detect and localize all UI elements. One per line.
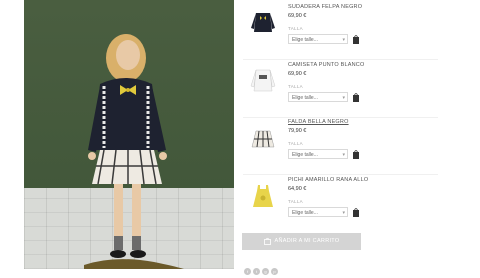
product-name[interactable]: SUDADERA FELPA NEGRO bbox=[288, 4, 362, 10]
size-select[interactable]: Elige talle... ▾ bbox=[288, 149, 348, 159]
chevron-down-icon: ▾ bbox=[342, 210, 345, 216]
add-to-bag-icon[interactable] bbox=[352, 92, 360, 102]
model-photo bbox=[24, 0, 234, 269]
add-to-bag-icon[interactable] bbox=[352, 207, 360, 217]
facebook-icon[interactable]: f bbox=[244, 268, 251, 275]
size-label: TALLA bbox=[288, 199, 303, 204]
product-price: 79,90 € bbox=[288, 128, 307, 134]
size-select[interactable]: Elige talle... ▾ bbox=[288, 92, 348, 102]
white-shirt-thumbnail[interactable] bbox=[249, 66, 277, 96]
product-price: 69,90 € bbox=[288, 71, 307, 77]
yellow-dress-thumbnail[interactable] bbox=[249, 181, 277, 211]
add-to-bag-icon[interactable] bbox=[352, 149, 360, 159]
bag-icon bbox=[263, 237, 271, 245]
product-price: 69,90 € bbox=[288, 13, 307, 19]
plaid-skirt-thumbnail[interactable] bbox=[249, 123, 277, 153]
product-name[interactable]: CAMISETA PUNTO BLANCO bbox=[288, 62, 364, 68]
size-select[interactable]: Elige talle... ▾ bbox=[288, 207, 348, 217]
pinterest-icon[interactable]: p bbox=[271, 268, 278, 275]
chevron-down-icon: ▾ bbox=[342, 95, 345, 101]
product-item: FALDA BELLA NEGRO 79,90 € TALLA Elige ta… bbox=[243, 117, 438, 175]
social-share-bar: ftgp bbox=[244, 260, 280, 278]
size-select-value: Elige talle... bbox=[292, 95, 318, 101]
twitter-icon[interactable]: t bbox=[253, 268, 260, 275]
google-plus-icon[interactable]: g bbox=[262, 268, 269, 275]
size-label: TALLA bbox=[288, 26, 303, 31]
product-name[interactable]: PICHI AMARILLO RANA ALLO bbox=[288, 177, 368, 183]
product-name[interactable]: FALDA BELLA NEGRO bbox=[288, 119, 349, 125]
girl-figure-illustration bbox=[84, 34, 184, 269]
size-label: TALLA bbox=[288, 84, 303, 89]
chevron-down-icon: ▾ bbox=[342, 37, 345, 43]
size-select-value: Elige talle... bbox=[292, 210, 318, 216]
add-to-cart-button[interactable]: AÑADIR A MI CARRITO bbox=[242, 233, 361, 250]
product-item: CAMISETA PUNTO BLANCO 69,90 € TALLA Elig… bbox=[243, 60, 438, 118]
size-select-value: Elige talle... bbox=[292, 37, 318, 43]
product-item: SUDADERA FELPA NEGRO 69,90 € TALLA Elige… bbox=[243, 2, 438, 60]
product-price: 64,90 € bbox=[288, 186, 307, 192]
product-item: PICHI AMARILLO RANA ALLO 64,90 € TALLA E… bbox=[243, 175, 438, 232]
size-select[interactable]: Elige talle... ▾ bbox=[288, 34, 348, 44]
add-to-cart-label: AÑADIR A MI CARRITO bbox=[274, 238, 340, 244]
size-label: TALLA bbox=[288, 141, 303, 146]
black-sweatshirt-thumbnail[interactable] bbox=[249, 8, 277, 38]
chevron-down-icon: ▾ bbox=[342, 152, 345, 158]
add-to-bag-icon[interactable] bbox=[352, 34, 360, 44]
size-select-value: Elige talle... bbox=[292, 152, 318, 158]
